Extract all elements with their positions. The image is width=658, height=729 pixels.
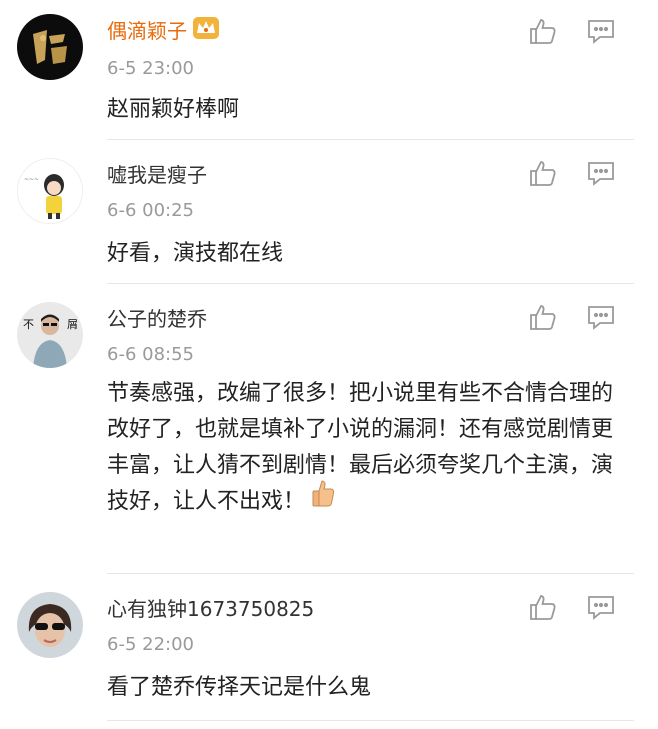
comment-time: 6-5 22:00 (107, 634, 194, 655)
comment-bubble-icon (588, 162, 614, 186)
reply-button[interactable] (586, 158, 616, 188)
svg-text:~~~: ~~~ (24, 176, 39, 183)
comment-bubble-icon (588, 20, 614, 44)
reply-button[interactable] (586, 16, 616, 46)
reply-button[interactable] (586, 302, 616, 332)
thumbs-up-outline-icon (530, 19, 556, 44)
comment-text: 好看，演技都在线 (107, 241, 284, 266)
avatar[interactable]: ~~~ (17, 158, 83, 224)
comment-text-content: 节奏感强，改编了很多！把小说里有些不合情合理的改好了，也就是填补了小说的漏洞！还… (107, 381, 614, 514)
comment-time: 6-6 08:55 (107, 344, 194, 365)
svg-text:屑: 屑 (67, 318, 78, 331)
username[interactable]: 心有独钟1673750825 (107, 596, 314, 622)
thumbs-up-outline-icon (530, 595, 556, 620)
comment-bubble-icon (588, 306, 614, 330)
comment-item: 偶滴颖子 6-5 23:00 赵丽颖好棒啊 (0, 0, 658, 140)
like-button[interactable] (528, 592, 558, 622)
avatar[interactable] (17, 592, 83, 658)
comment-text: 看了楚乔传择天记是什么鬼 (107, 675, 372, 700)
comment-item: 不 屑 公子的楚乔 6-6 08:55 节奏感强，改编了很多！把小说里有些不合情… (0, 284, 658, 574)
username-text[interactable]: 偶滴颖子 (107, 19, 187, 43)
avatar[interactable]: 不 屑 (17, 302, 83, 368)
avatar[interactable] (17, 14, 83, 80)
like-button[interactable] (528, 158, 558, 188)
crown-icon (193, 16, 219, 45)
comment-text: 节奏感强，改编了很多！把小说里有些不合情合理的改好了，也就是填补了小说的漏洞！还… (107, 376, 627, 520)
username[interactable]: 嘘我是瘦子 (107, 162, 207, 188)
reply-button[interactable] (586, 592, 616, 622)
username[interactable]: 偶滴颖子 (107, 16, 219, 45)
thumbs-up-outline-icon (530, 305, 556, 330)
comment-time: 6-5 23:00 (107, 58, 194, 79)
comment-item: ~~~ 嘘我是瘦子 6-6 00:25 好看，演技都在线 (0, 140, 658, 284)
thumbs-up-outline-icon (530, 161, 556, 186)
thumbs-up-icon (311, 479, 335, 519)
like-button[interactable] (528, 302, 558, 332)
svg-text:不: 不 (23, 318, 34, 331)
username[interactable]: 公子的楚乔 (107, 306, 207, 332)
divider (107, 720, 634, 721)
comment-time: 6-6 00:25 (107, 200, 194, 221)
like-button[interactable] (528, 16, 558, 46)
comment-bubble-icon (588, 596, 614, 620)
comment-text: 赵丽颖好棒啊 (107, 97, 240, 122)
comment-item: 心有独钟1673750825 6-5 22:00 看了楚乔传择天记是什么鬼 (0, 574, 658, 729)
